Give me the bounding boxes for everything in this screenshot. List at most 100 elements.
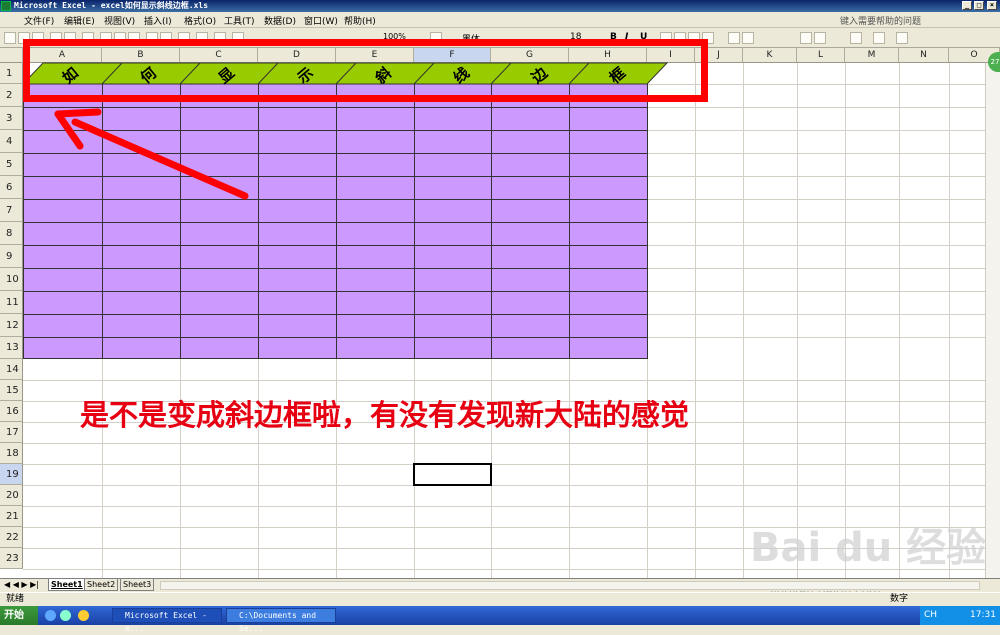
new-icon[interactable] bbox=[4, 32, 16, 44]
selected-cell-f19[interactable] bbox=[413, 463, 492, 486]
row-header-7[interactable]: 7 bbox=[0, 199, 23, 222]
quicklaunch-icon[interactable] bbox=[78, 610, 89, 621]
row-header-21[interactable]: 21 bbox=[0, 506, 23, 527]
percent-icon[interactable] bbox=[742, 32, 754, 44]
row-header-18[interactable]: 18 bbox=[0, 443, 23, 464]
row-header-20[interactable]: 20 bbox=[0, 485, 23, 506]
row-header-5[interactable]: 5 bbox=[0, 153, 23, 176]
open-icon[interactable] bbox=[18, 32, 30, 44]
sum-icon[interactable] bbox=[196, 32, 208, 44]
font-size-select[interactable]: 18 bbox=[570, 32, 581, 42]
increase-indent-icon[interactable] bbox=[814, 32, 826, 44]
select-all-corner[interactable] bbox=[0, 48, 23, 63]
explorer-icon[interactable] bbox=[60, 610, 71, 621]
redo-icon[interactable] bbox=[160, 32, 172, 44]
undo-icon[interactable] bbox=[146, 32, 158, 44]
close-button[interactable]: × bbox=[987, 1, 997, 10]
menu-insert[interactable]: 插入(I) bbox=[144, 14, 172, 27]
underline-button[interactable]: U bbox=[640, 32, 647, 42]
tab-sheet3[interactable]: Sheet3 bbox=[120, 579, 155, 591]
borders-icon[interactable] bbox=[850, 32, 862, 44]
cut-icon[interactable] bbox=[100, 32, 112, 44]
system-tray: CH 17:31 bbox=[920, 606, 1000, 625]
slanted-header-row[interactable] bbox=[23, 60, 683, 86]
decrease-indent-icon[interactable] bbox=[800, 32, 812, 44]
col-header-n[interactable]: N bbox=[899, 48, 949, 63]
copy-icon[interactable] bbox=[114, 32, 126, 44]
row-header-8[interactable]: 8 bbox=[0, 222, 23, 245]
row-header-16[interactable]: 16 bbox=[0, 401, 23, 422]
align-right-icon[interactable] bbox=[688, 32, 700, 44]
sort-icon[interactable] bbox=[214, 32, 226, 44]
grid-line bbox=[695, 63, 696, 578]
fill-color-icon[interactable] bbox=[873, 32, 885, 44]
font-select[interactable]: 黑体 bbox=[462, 32, 480, 45]
row-header-13[interactable]: 13 bbox=[0, 337, 23, 359]
paste-icon[interactable] bbox=[128, 32, 140, 44]
tab-nav-arrows-icon[interactable]: ◀ ◀ ▶ ▶| bbox=[4, 580, 39, 589]
title-bar: Microsoft Excel - excel如何显示斜线边框.xls _ □ … bbox=[0, 0, 1000, 12]
grid-line bbox=[647, 199, 985, 200]
minimize-button[interactable]: _ bbox=[962, 1, 972, 10]
tab-sheet1[interactable]: Sheet1 bbox=[48, 579, 86, 591]
ie-icon[interactable] bbox=[45, 610, 56, 621]
hyperlink-icon[interactable] bbox=[178, 32, 190, 44]
align-center-icon[interactable] bbox=[674, 32, 686, 44]
help-icon[interactable] bbox=[430, 32, 442, 44]
col-header-l[interactable]: L bbox=[797, 48, 845, 63]
row-header-17[interactable]: 17 bbox=[0, 422, 23, 443]
start-button[interactable]: 开始 bbox=[0, 606, 38, 625]
preview-icon[interactable] bbox=[64, 32, 76, 44]
menu-tools[interactable]: 工具(T) bbox=[224, 14, 255, 27]
row-header-10[interactable]: 10 bbox=[0, 268, 23, 291]
menu-edit[interactable]: 编辑(E) bbox=[64, 14, 95, 27]
grid-line bbox=[647, 222, 985, 223]
row-header-3[interactable]: 3 bbox=[0, 107, 23, 130]
maximize-button[interactable]: □ bbox=[974, 1, 984, 10]
row-header-11[interactable]: 11 bbox=[0, 291, 23, 314]
row-header-9[interactable]: 9 bbox=[0, 245, 23, 268]
grid-line bbox=[647, 337, 985, 338]
spellcheck-icon[interactable] bbox=[82, 32, 94, 44]
grid-line bbox=[949, 63, 950, 578]
horizontal-scrollbar[interactable] bbox=[160, 581, 980, 590]
zoom-select[interactable]: 100% bbox=[383, 32, 406, 41]
row-header-19[interactable]: 19 bbox=[0, 464, 23, 485]
vertical-scrollbar[interactable] bbox=[985, 63, 1000, 578]
row-header-15[interactable]: 15 bbox=[0, 380, 23, 401]
col-header-k[interactable]: K bbox=[743, 48, 797, 63]
col-header-m[interactable]: M bbox=[845, 48, 899, 63]
row-header-14[interactable]: 14 bbox=[0, 359, 23, 380]
task-excel[interactable]: Microsoft Excel - e... bbox=[112, 608, 222, 633]
row-header-6[interactable]: 6 bbox=[0, 176, 23, 199]
col-header-j[interactable]: J bbox=[695, 48, 743, 63]
help-search-input[interactable]: 键入需要帮助的问题 bbox=[840, 14, 921, 27]
menu-window[interactable]: 窗口(W) bbox=[304, 14, 338, 27]
cell-border bbox=[23, 268, 647, 269]
status-bar: 就绪 数字 bbox=[0, 592, 1000, 605]
bold-button[interactable]: B bbox=[610, 32, 617, 42]
cell-border bbox=[23, 314, 647, 315]
menu-view[interactable]: 视图(V) bbox=[104, 14, 135, 27]
task-explorer[interactable]: C:\Documents and Se... bbox=[226, 608, 336, 633]
row-header-2[interactable]: 2 bbox=[0, 84, 23, 107]
ime-indicator[interactable]: CH bbox=[924, 610, 937, 620]
merge-center-icon[interactable] bbox=[702, 32, 714, 44]
menu-file[interactable]: 文件(F) bbox=[24, 14, 54, 27]
menu-help[interactable]: 帮助(H) bbox=[344, 14, 376, 27]
currency-icon[interactable] bbox=[728, 32, 740, 44]
row-header-23[interactable]: 23 bbox=[0, 548, 23, 569]
align-left-icon[interactable] bbox=[660, 32, 672, 44]
row-header-1[interactable]: 1 bbox=[0, 63, 23, 84]
row-header-22[interactable]: 22 bbox=[0, 527, 23, 548]
menu-format[interactable]: 格式(O) bbox=[184, 14, 216, 27]
italic-button[interactable]: I bbox=[625, 32, 628, 42]
font-color-icon[interactable] bbox=[896, 32, 908, 44]
chart-icon[interactable] bbox=[232, 32, 244, 44]
row-header-4[interactable]: 4 bbox=[0, 130, 23, 153]
row-header-12[interactable]: 12 bbox=[0, 314, 23, 337]
menu-data[interactable]: 数据(D) bbox=[264, 14, 296, 27]
tab-sheet2[interactable]: Sheet2 bbox=[84, 579, 119, 591]
print-icon[interactable] bbox=[50, 32, 62, 44]
save-icon[interactable] bbox=[32, 32, 44, 44]
